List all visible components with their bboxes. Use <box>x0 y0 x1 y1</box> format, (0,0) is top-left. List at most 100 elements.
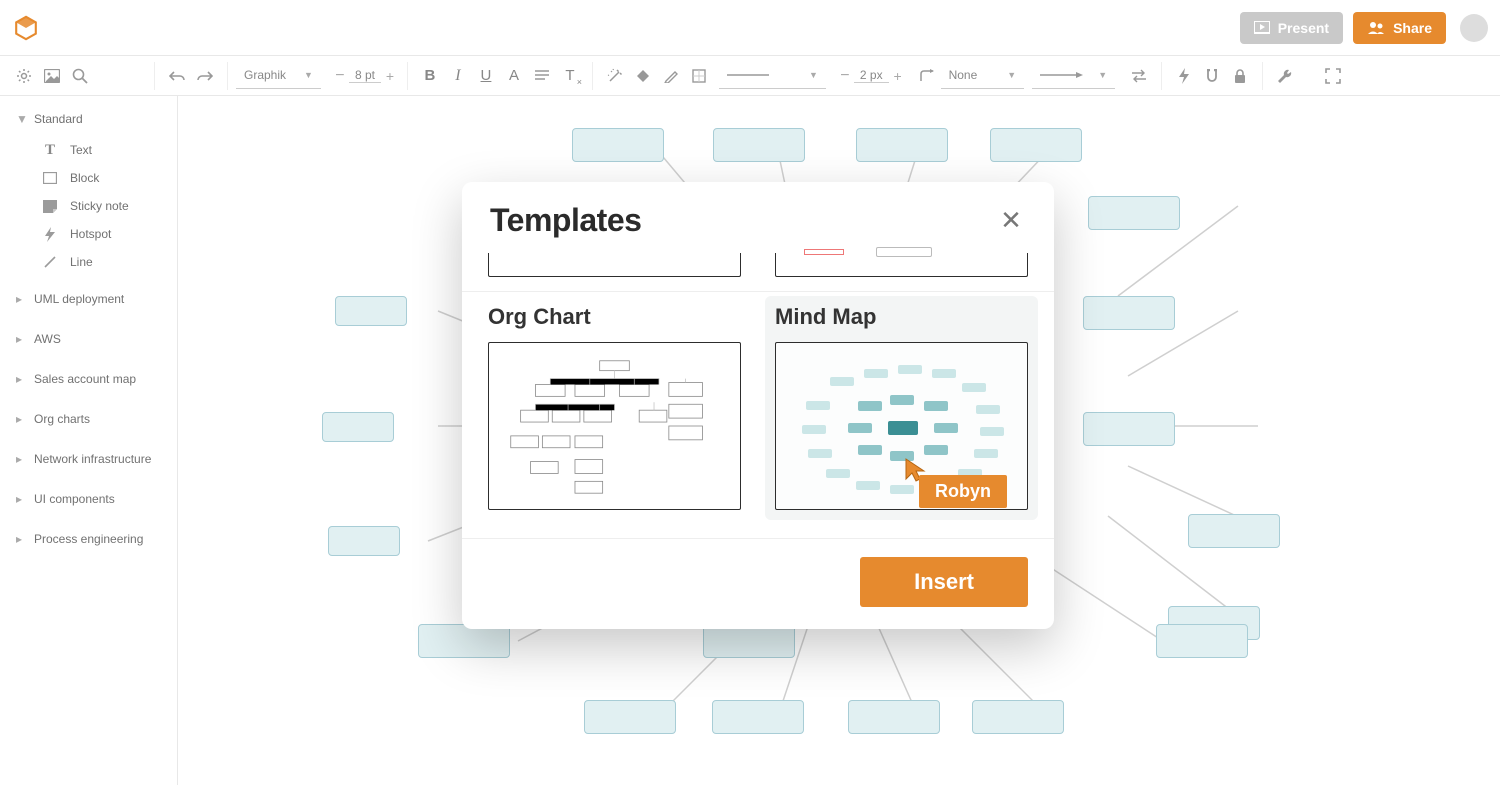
group-label: UML deployment <box>34 292 124 306</box>
underline-icon[interactable]: U <box>472 62 500 90</box>
canvas-node[interactable] <box>328 526 400 556</box>
group-org[interactable]: ▸Org charts <box>4 406 173 432</box>
canvas-node[interactable] <box>335 296 407 326</box>
undo-icon[interactable] <box>163 62 191 90</box>
group-sales[interactable]: ▸ Sales account map <box>4 366 173 392</box>
template-title: Org Chart <box>488 304 741 330</box>
bold-icon[interactable]: B <box>416 62 444 90</box>
group-label: Process engineering <box>34 532 143 546</box>
chevron-right-icon: ▸ <box>16 332 24 346</box>
canvas-node[interactable] <box>990 128 1082 162</box>
canvas-node[interactable] <box>1083 296 1175 330</box>
stroke-increase[interactable]: + <box>889 62 907 90</box>
canvas-node[interactable] <box>1156 624 1248 658</box>
hotspot-icon <box>42 226 58 242</box>
canvas-node[interactable] <box>322 412 394 442</box>
canvas-node[interactable] <box>712 700 804 734</box>
wrench-icon[interactable] <box>1271 62 1299 90</box>
redo-icon[interactable] <box>191 62 219 90</box>
font-size-increase[interactable]: + <box>381 62 399 90</box>
group-ui[interactable]: ▸ UI components <box>4 486 173 512</box>
font-size-value[interactable]: 8 pt <box>349 68 381 83</box>
arrow-style-select[interactable]: None▼ <box>941 63 1025 89</box>
line-style-select[interactable]: ▼ <box>719 63 826 89</box>
font-size-decrease[interactable]: − <box>331 62 349 90</box>
arrowhead-select[interactable]: ▼ <box>1032 63 1115 89</box>
image-icon[interactable] <box>38 62 66 90</box>
format-toolbar: Graphik▼ − 8 pt + B I U A T× ▼ − 2 px + … <box>0 56 1500 96</box>
sidebar-item-sticky[interactable]: Sticky note <box>38 192 173 220</box>
sidebar-item-hotspot[interactable]: Hotspot <box>38 220 173 248</box>
group-label: Sales account map <box>34 372 136 386</box>
line-routing-icon[interactable] <box>913 62 941 90</box>
present-button[interactable]: Present <box>1240 12 1343 44</box>
canvas-node[interactable] <box>713 128 805 162</box>
shapes-sidebar: ▼ Standard T Text Block Sticky note Hots… <box>0 96 178 785</box>
group-standard[interactable]: ▼ Standard <box>4 106 173 132</box>
sidebar-item-block[interactable]: Block <box>38 164 173 192</box>
chevron-right-icon: ▸ <box>16 412 24 426</box>
pencil-icon[interactable] <box>657 62 685 90</box>
app-logo <box>12 14 40 42</box>
avatar[interactable] <box>1460 14 1488 42</box>
present-label: Present <box>1278 20 1329 36</box>
item-label: Text <box>70 143 92 157</box>
magnet-icon[interactable] <box>1198 62 1226 90</box>
text-color-icon[interactable]: A <box>500 62 528 90</box>
action-icon[interactable] <box>1170 62 1198 90</box>
template-org-chart[interactable]: Org Chart <box>488 304 741 520</box>
template-fragment[interactable] <box>775 253 1028 277</box>
italic-icon[interactable]: I <box>444 62 472 90</box>
sidebar-item-text[interactable]: T Text <box>38 136 173 164</box>
sidebar-item-line[interactable]: Line <box>38 248 173 276</box>
canvas-node[interactable] <box>856 128 948 162</box>
group-label: UI components <box>34 492 115 506</box>
chevron-right-icon: ▸ <box>16 492 24 506</box>
group-uml[interactable]: ▸ UML deployment <box>4 286 173 312</box>
canvas-node[interactable] <box>1083 412 1175 446</box>
canvas-node[interactable] <box>572 128 664 162</box>
insert-label: Insert <box>914 569 974 594</box>
fullscreen-icon[interactable] <box>1319 62 1347 90</box>
group-process[interactable]: ▸Process engineering <box>4 526 173 552</box>
canvas-node[interactable] <box>1088 196 1180 230</box>
stroke-decrease[interactable]: − <box>836 62 854 90</box>
stroke-width-value[interactable]: 2 px <box>854 68 889 83</box>
clear-format-icon[interactable]: T× <box>556 62 584 90</box>
collaborator-cursor-label: Robyn <box>919 475 1007 508</box>
chevron-down-icon: ▼ <box>16 112 24 126</box>
canvas-node[interactable] <box>418 624 510 658</box>
text-icon: T <box>42 142 58 158</box>
border-icon[interactable] <box>685 62 713 90</box>
swap-icon[interactable] <box>1125 62 1153 90</box>
group-label: AWS <box>34 332 61 346</box>
close-icon[interactable]: ✕ <box>996 205 1026 236</box>
modal-title: Templates <box>490 202 996 239</box>
magic-icon[interactable] <box>601 62 629 90</box>
insert-button[interactable]: Insert <box>860 557 1028 607</box>
chevron-right-icon: ▸ <box>16 292 24 306</box>
group-aws[interactable]: ▸ AWS <box>4 326 173 352</box>
canvas-node[interactable] <box>972 700 1064 734</box>
canvas-node[interactable] <box>584 700 676 734</box>
settings-icon[interactable] <box>10 62 38 90</box>
group-network[interactable]: ▸Network infrastructure <box>4 446 173 472</box>
chevron-right-icon: ▸ <box>16 372 24 386</box>
canvas-node[interactable] <box>1188 514 1280 548</box>
canvas-node[interactable] <box>848 700 940 734</box>
align-icon[interactable] <box>528 62 556 90</box>
fill-icon[interactable] <box>629 62 657 90</box>
canvas-node[interactable] <box>703 624 795 658</box>
item-label: Sticky note <box>70 199 129 213</box>
people-icon <box>1367 21 1385 35</box>
font-family-select[interactable]: Graphik▼ <box>236 63 321 89</box>
search-icon[interactable] <box>66 62 94 90</box>
template-fragment[interactable] <box>488 253 741 277</box>
share-label: Share <box>1393 20 1432 36</box>
item-label: Block <box>70 171 99 185</box>
group-label: Standard <box>34 112 83 126</box>
share-button[interactable]: Share <box>1353 12 1446 44</box>
lock-icon[interactable] <box>1226 62 1254 90</box>
item-label: Hotspot <box>70 227 111 241</box>
group-label: Network infrastructure <box>34 452 151 466</box>
